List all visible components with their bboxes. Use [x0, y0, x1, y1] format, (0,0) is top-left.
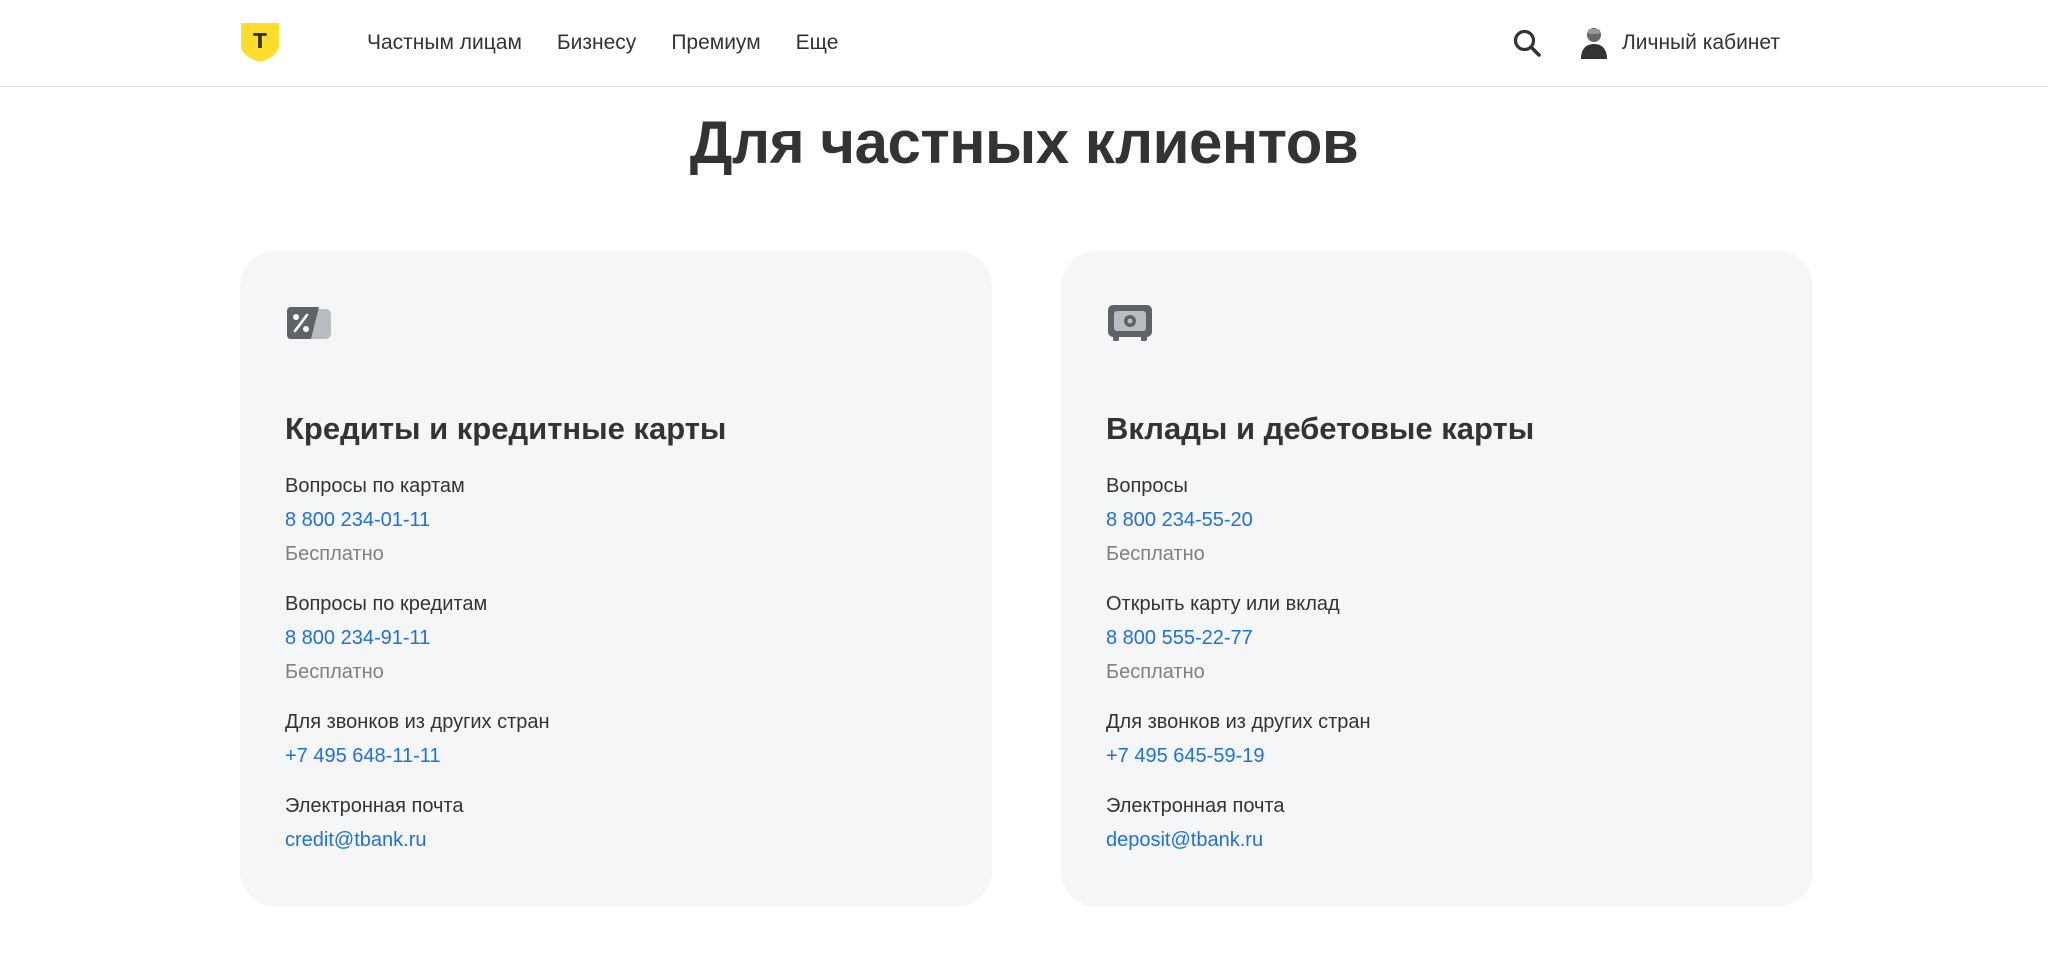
- account-label: Личный кабинет: [1622, 31, 1780, 54]
- search-icon[interactable]: [1512, 28, 1542, 58]
- phone-link[interactable]: +7 495 648-11-11: [285, 739, 441, 773]
- site-header: Т Частным лицам Бизнесу Премиум Еще Личн…: [0, 0, 2048, 87]
- contact-group: Электронная почта deposit@tbank.ru: [1106, 789, 1766, 857]
- contact-group: Для звонков из других стран +7 495 645-5…: [1106, 705, 1766, 773]
- safe-icon: [1108, 305, 1152, 341]
- phone-link[interactable]: 8 800 234-55-20: [1106, 503, 1253, 537]
- email-link[interactable]: deposit@tbank.ru: [1106, 823, 1263, 857]
- email-link[interactable]: credit@tbank.ru: [285, 823, 426, 857]
- deposits-contacts: Вопросы 8 800 234-55-20 Бесплатно Открыт…: [1106, 469, 1766, 873]
- contact-group: Открыть карту или вклад 8 800 555-22-77 …: [1106, 587, 1766, 689]
- credits-card-title: Кредиты и кредитные карты: [285, 411, 727, 446]
- nav-item-business[interactable]: Бизнесу: [557, 31, 636, 55]
- phone-link[interactable]: 8 800 234-91-11: [285, 621, 430, 655]
- credits-card: Кредиты и кредитные карты Вопросы по кар…: [240, 251, 992, 907]
- contact-label: Электронная почта: [1106, 795, 1285, 817]
- account-link[interactable]: Личный кабинет: [1580, 24, 1780, 62]
- contact-label: Вопросы по картам: [285, 475, 465, 497]
- credits-contacts: Вопросы по картам 8 800 234-01-11 Беспла…: [285, 469, 945, 873]
- free-note: Бесплатно: [1106, 661, 1205, 683]
- free-note: Бесплатно: [285, 543, 384, 565]
- contact-label: Электронная почта: [285, 795, 464, 817]
- free-note: Бесплатно: [1106, 543, 1205, 565]
- page-title: Для частных клиентов: [689, 109, 1359, 176]
- deposits-card: Вклады и дебетовые карты Вопросы 8 800 2…: [1061, 251, 1813, 907]
- contact-group: Электронная почта credit@tbank.ru: [285, 789, 945, 857]
- phone-link[interactable]: +7 495 645-59-19: [1106, 739, 1264, 773]
- contact-label: Открыть карту или вклад: [1106, 593, 1340, 615]
- contact-group: Вопросы по картам 8 800 234-01-11 Беспла…: [285, 469, 945, 571]
- phone-link[interactable]: 8 800 234-01-11: [285, 503, 430, 537]
- user-avatar-icon: [1581, 28, 1607, 59]
- contact-label: Для звонков из других стран: [285, 711, 550, 733]
- contact-group: Для звонков из других стран +7 495 648-1…: [285, 705, 945, 773]
- contact-group: Вопросы по кредитам 8 800 234-91-11 Бесп…: [285, 587, 945, 689]
- nav-item-individuals[interactable]: Частным лицам: [367, 31, 522, 55]
- contact-label: Вопросы: [1106, 475, 1188, 497]
- tbank-logo-icon[interactable]: Т: [239, 21, 281, 63]
- contact-group: Вопросы 8 800 234-55-20 Бесплатно: [1106, 469, 1766, 571]
- contact-label: Вопросы по кредитам: [285, 593, 488, 615]
- contact-label: Для звонков из других стран: [1106, 711, 1371, 733]
- main-nav: Частным лицам Бизнесу Премиум Еще: [367, 0, 838, 86]
- nav-item-more[interactable]: Еще: [796, 31, 839, 55]
- percent-card-icon: [287, 307, 331, 339]
- logo-letter: Т: [253, 29, 267, 53]
- deposits-card-title: Вклады и дебетовые карты: [1106, 411, 1535, 446]
- phone-link[interactable]: 8 800 555-22-77: [1106, 621, 1253, 655]
- nav-item-premium[interactable]: Премиум: [671, 31, 760, 55]
- free-note: Бесплатно: [285, 661, 384, 683]
